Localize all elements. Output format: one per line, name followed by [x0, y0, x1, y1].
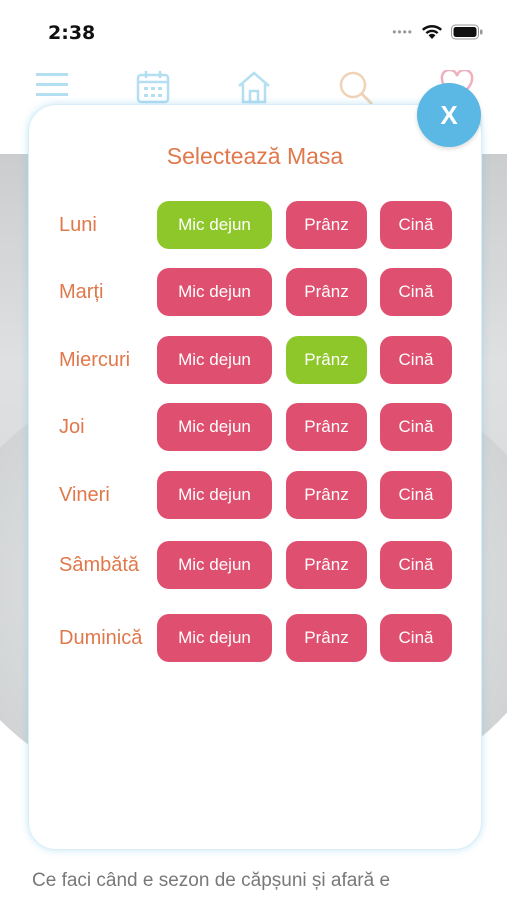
status-time: 2:38	[48, 22, 96, 44]
day-row-duminica: Duminică Mic dejun Prânz Cină	[29, 614, 481, 662]
lunch-button[interactable]: Prânz	[286, 614, 367, 662]
day-label: Duminică	[59, 627, 143, 649]
status-icons: ••••	[392, 24, 483, 40]
day-label: Marți	[59, 281, 104, 303]
day-label: Sâmbătă	[59, 554, 140, 576]
lunch-button[interactable]: Prânz	[286, 403, 367, 451]
lunch-button[interactable]: Prânz	[286, 268, 367, 316]
breakfast-button[interactable]: Mic dejun	[157, 471, 272, 519]
day-label: Miercuri	[59, 349, 131, 371]
dinner-button[interactable]: Cină	[380, 541, 452, 589]
menu-icon[interactable]	[36, 70, 68, 103]
day-row-vineri: Vineri Mic dejun Prânz Cină	[29, 471, 481, 519]
breakfast-button[interactable]: Mic dejun	[157, 336, 272, 384]
lunch-button[interactable]: Prânz	[286, 336, 367, 384]
close-button[interactable]: X	[417, 83, 481, 147]
day-label: Luni	[59, 214, 97, 236]
day-row-miercuri: Miercuri Mic dejun Prânz Cină	[29, 336, 481, 384]
battery-icon	[451, 24, 483, 40]
modal-title: Selectează Masa	[166, 143, 344, 169]
article-snippet[interactable]: Ce faci când e sezon de căpșuni și afară…	[32, 870, 390, 892]
wifi-icon	[421, 24, 443, 40]
day-row-joi: Joi Mic dejun Prânz Cină	[29, 403, 481, 451]
breakfast-button[interactable]: Mic dejun	[157, 268, 272, 316]
status-bar: 2:38 ••••	[0, 0, 507, 64]
dinner-button[interactable]: Cină	[380, 614, 452, 662]
dinner-button[interactable]: Cină	[380, 201, 452, 249]
breakfast-button[interactable]: Mic dejun	[157, 541, 272, 589]
select-meal-modal: Selectează Masa Luni Mic dejun Prânz Cin…	[28, 104, 482, 850]
lunch-button[interactable]: Prânz	[286, 541, 367, 589]
day-label: Vineri	[59, 484, 110, 506]
signal-icon: ••••	[392, 25, 413, 39]
dinner-button[interactable]: Cină	[380, 268, 452, 316]
breakfast-button[interactable]: Mic dejun	[157, 201, 272, 249]
day-label: Joi	[59, 416, 85, 438]
dinner-button[interactable]: Cină	[380, 336, 452, 384]
lunch-button[interactable]: Prânz	[286, 201, 367, 249]
breakfast-button[interactable]: Mic dejun	[157, 403, 272, 451]
day-row-sambata: Sâmbătă Mic dejun Prânz Cină	[29, 541, 481, 589]
day-row-luni: Luni Mic dejun Prânz Cină	[29, 201, 481, 249]
day-row-marti: Marți Mic dejun Prânz Cină	[29, 268, 481, 316]
dinner-button[interactable]: Cină	[380, 471, 452, 519]
dinner-button[interactable]: Cină	[380, 403, 452, 451]
lunch-button[interactable]: Prânz	[286, 471, 367, 519]
breakfast-button[interactable]: Mic dejun	[157, 614, 272, 662]
